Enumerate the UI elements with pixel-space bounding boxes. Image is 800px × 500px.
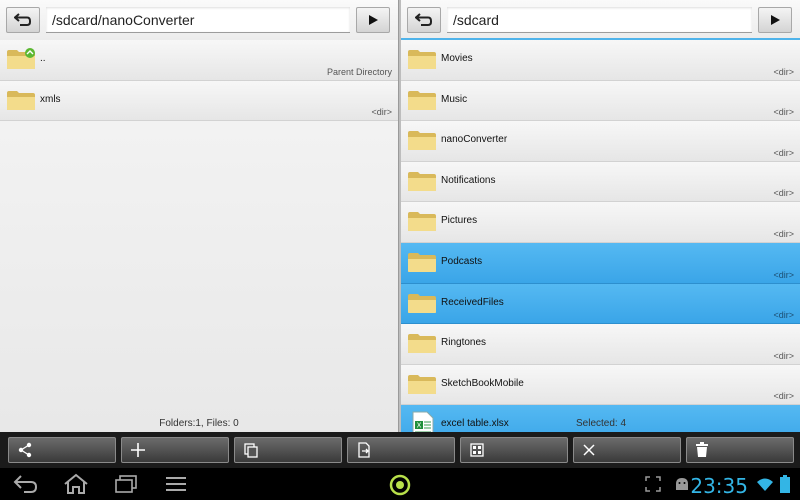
item-name: Ringtones	[441, 337, 487, 349]
left-status-text: Folders:1, Files: 0	[159, 418, 239, 429]
menu-icon[interactable]	[162, 472, 190, 496]
folder-icon	[408, 252, 436, 272]
right-go-button[interactable]	[758, 7, 792, 33]
item-meta: <dir>	[773, 269, 794, 280]
right-list-item[interactable]: Podcasts <dir>	[401, 242, 800, 284]
folder-icon	[408, 212, 436, 232]
item-name: SketchBookMobile	[441, 377, 524, 389]
play-arrow-icon	[771, 15, 780, 25]
item-name: ..	[40, 53, 46, 64]
item-name: excel table.xlsx	[441, 418, 509, 430]
right-list-item[interactable]: nanoConverter <dir>	[401, 121, 800, 162]
plus-icon	[131, 443, 145, 457]
left-list-item[interactable]: .. Parent Directory	[0, 40, 398, 81]
system-bar: 23:35	[0, 468, 800, 500]
share-icon	[18, 442, 32, 458]
deselect-button[interactable]	[573, 437, 681, 463]
android-debug-icon	[676, 478, 688, 490]
folder-icon	[408, 374, 436, 394]
app-notification-icon[interactable]	[388, 473, 412, 497]
return-arrow-icon	[415, 13, 432, 26]
right-back-button[interactable]	[407, 7, 441, 33]
back-nav-icon[interactable]	[12, 472, 40, 496]
item-name: xmls	[40, 93, 61, 105]
item-meta: <dir>	[371, 107, 392, 118]
left-go-button[interactable]	[356, 7, 390, 33]
left-list-item[interactable]: xmls <dir>	[0, 80, 398, 122]
item-meta: <dir>	[773, 391, 794, 402]
right-path-input[interactable]: /sdcard	[447, 7, 752, 33]
left-path-input[interactable]: /sdcard/nanoConverter	[46, 7, 350, 33]
right-list-item[interactable]: ReceivedFiles <dir>	[401, 283, 800, 325]
item-name: Movies	[441, 53, 473, 64]
trash-icon	[696, 442, 708, 457]
move-button[interactable]	[347, 437, 455, 463]
play-arrow-icon	[369, 15, 378, 25]
copy-icon	[244, 443, 258, 458]
item-name: ReceivedFiles	[441, 296, 504, 308]
item-meta: <dir>	[773, 228, 794, 239]
new-button[interactable]	[121, 437, 229, 463]
action-toolbar	[0, 432, 800, 468]
folder-icon	[408, 293, 436, 313]
item-name: Notifications	[441, 174, 496, 186]
folder-icon	[7, 90, 35, 110]
right-list-item[interactable]: Ringtones <dir>	[401, 324, 800, 365]
wifi-icon	[757, 478, 773, 491]
recent-apps-icon[interactable]	[112, 472, 140, 496]
item-name: Pictures	[441, 215, 478, 227]
delete-button[interactable]	[686, 437, 794, 463]
item-name: Podcasts	[441, 255, 483, 267]
left-path-bar: /sdcard/nanoConverter	[0, 0, 398, 40]
right-list-item[interactable]: Pictures <dir>	[401, 202, 800, 243]
left-pane: /sdcard/nanoConverter .. Parent Directory…	[0, 0, 399, 432]
item-meta: <dir>	[773, 188, 794, 199]
right-file-list: Movies <dir> Music <dir> nanoConverter <dir> N…	[401, 40, 800, 432]
right-list-item[interactable]: Movies <dir>	[401, 40, 800, 81]
select-all-button[interactable]	[460, 437, 568, 463]
clock[interactable]: 23:35	[690, 474, 748, 498]
folder-icon	[408, 131, 436, 151]
battery-icon	[780, 475, 790, 493]
right-list-item[interactable]: Music <dir>	[401, 80, 800, 122]
right-list-item[interactable]: SketchBookMobile <dir>	[401, 364, 800, 406]
move-icon	[358, 442, 370, 458]
item-name: nanoConverter	[441, 134, 508, 146]
folder-icon	[408, 334, 436, 354]
home-nav-icon[interactable]	[62, 472, 90, 496]
item-meta: Parent Directory	[326, 66, 392, 77]
close-icon	[583, 444, 595, 456]
screen-compat-icon[interactable]	[645, 476, 661, 492]
svg-text:X: X	[417, 422, 422, 430]
excel-file-icon: X	[412, 411, 434, 432]
item-meta: <dir>	[773, 310, 794, 321]
item-name: Music	[441, 93, 468, 105]
right-pane: /sdcard Movies <dir> Music <dir> nanoConvert…	[401, 0, 800, 432]
item-meta: <dir>	[773, 107, 794, 118]
item-meta: <dir>	[773, 350, 794, 361]
item-meta: <dir>	[773, 66, 794, 77]
folder-icon	[408, 50, 436, 69]
select-grid-icon	[470, 443, 484, 457]
folder-icon	[408, 171, 436, 191]
dual-pane-file-manager: /sdcard/nanoConverter .. Parent Directory…	[0, 0, 800, 432]
left-file-list: .. Parent Directory xmls <dir>	[0, 40, 398, 122]
right-path-bar: /sdcard	[401, 0, 800, 40]
folder-icon	[408, 90, 436, 110]
right-list-item[interactable]: Notifications <dir>	[401, 161, 800, 203]
right-status-text: Selected: 4	[576, 418, 627, 429]
parent-folder-icon	[7, 48, 35, 69]
copy-button[interactable]	[234, 437, 342, 463]
return-arrow-icon	[14, 13, 31, 26]
share-button[interactable]	[8, 437, 116, 463]
item-meta: <dir>	[773, 147, 794, 158]
left-back-button[interactable]	[6, 7, 40, 33]
